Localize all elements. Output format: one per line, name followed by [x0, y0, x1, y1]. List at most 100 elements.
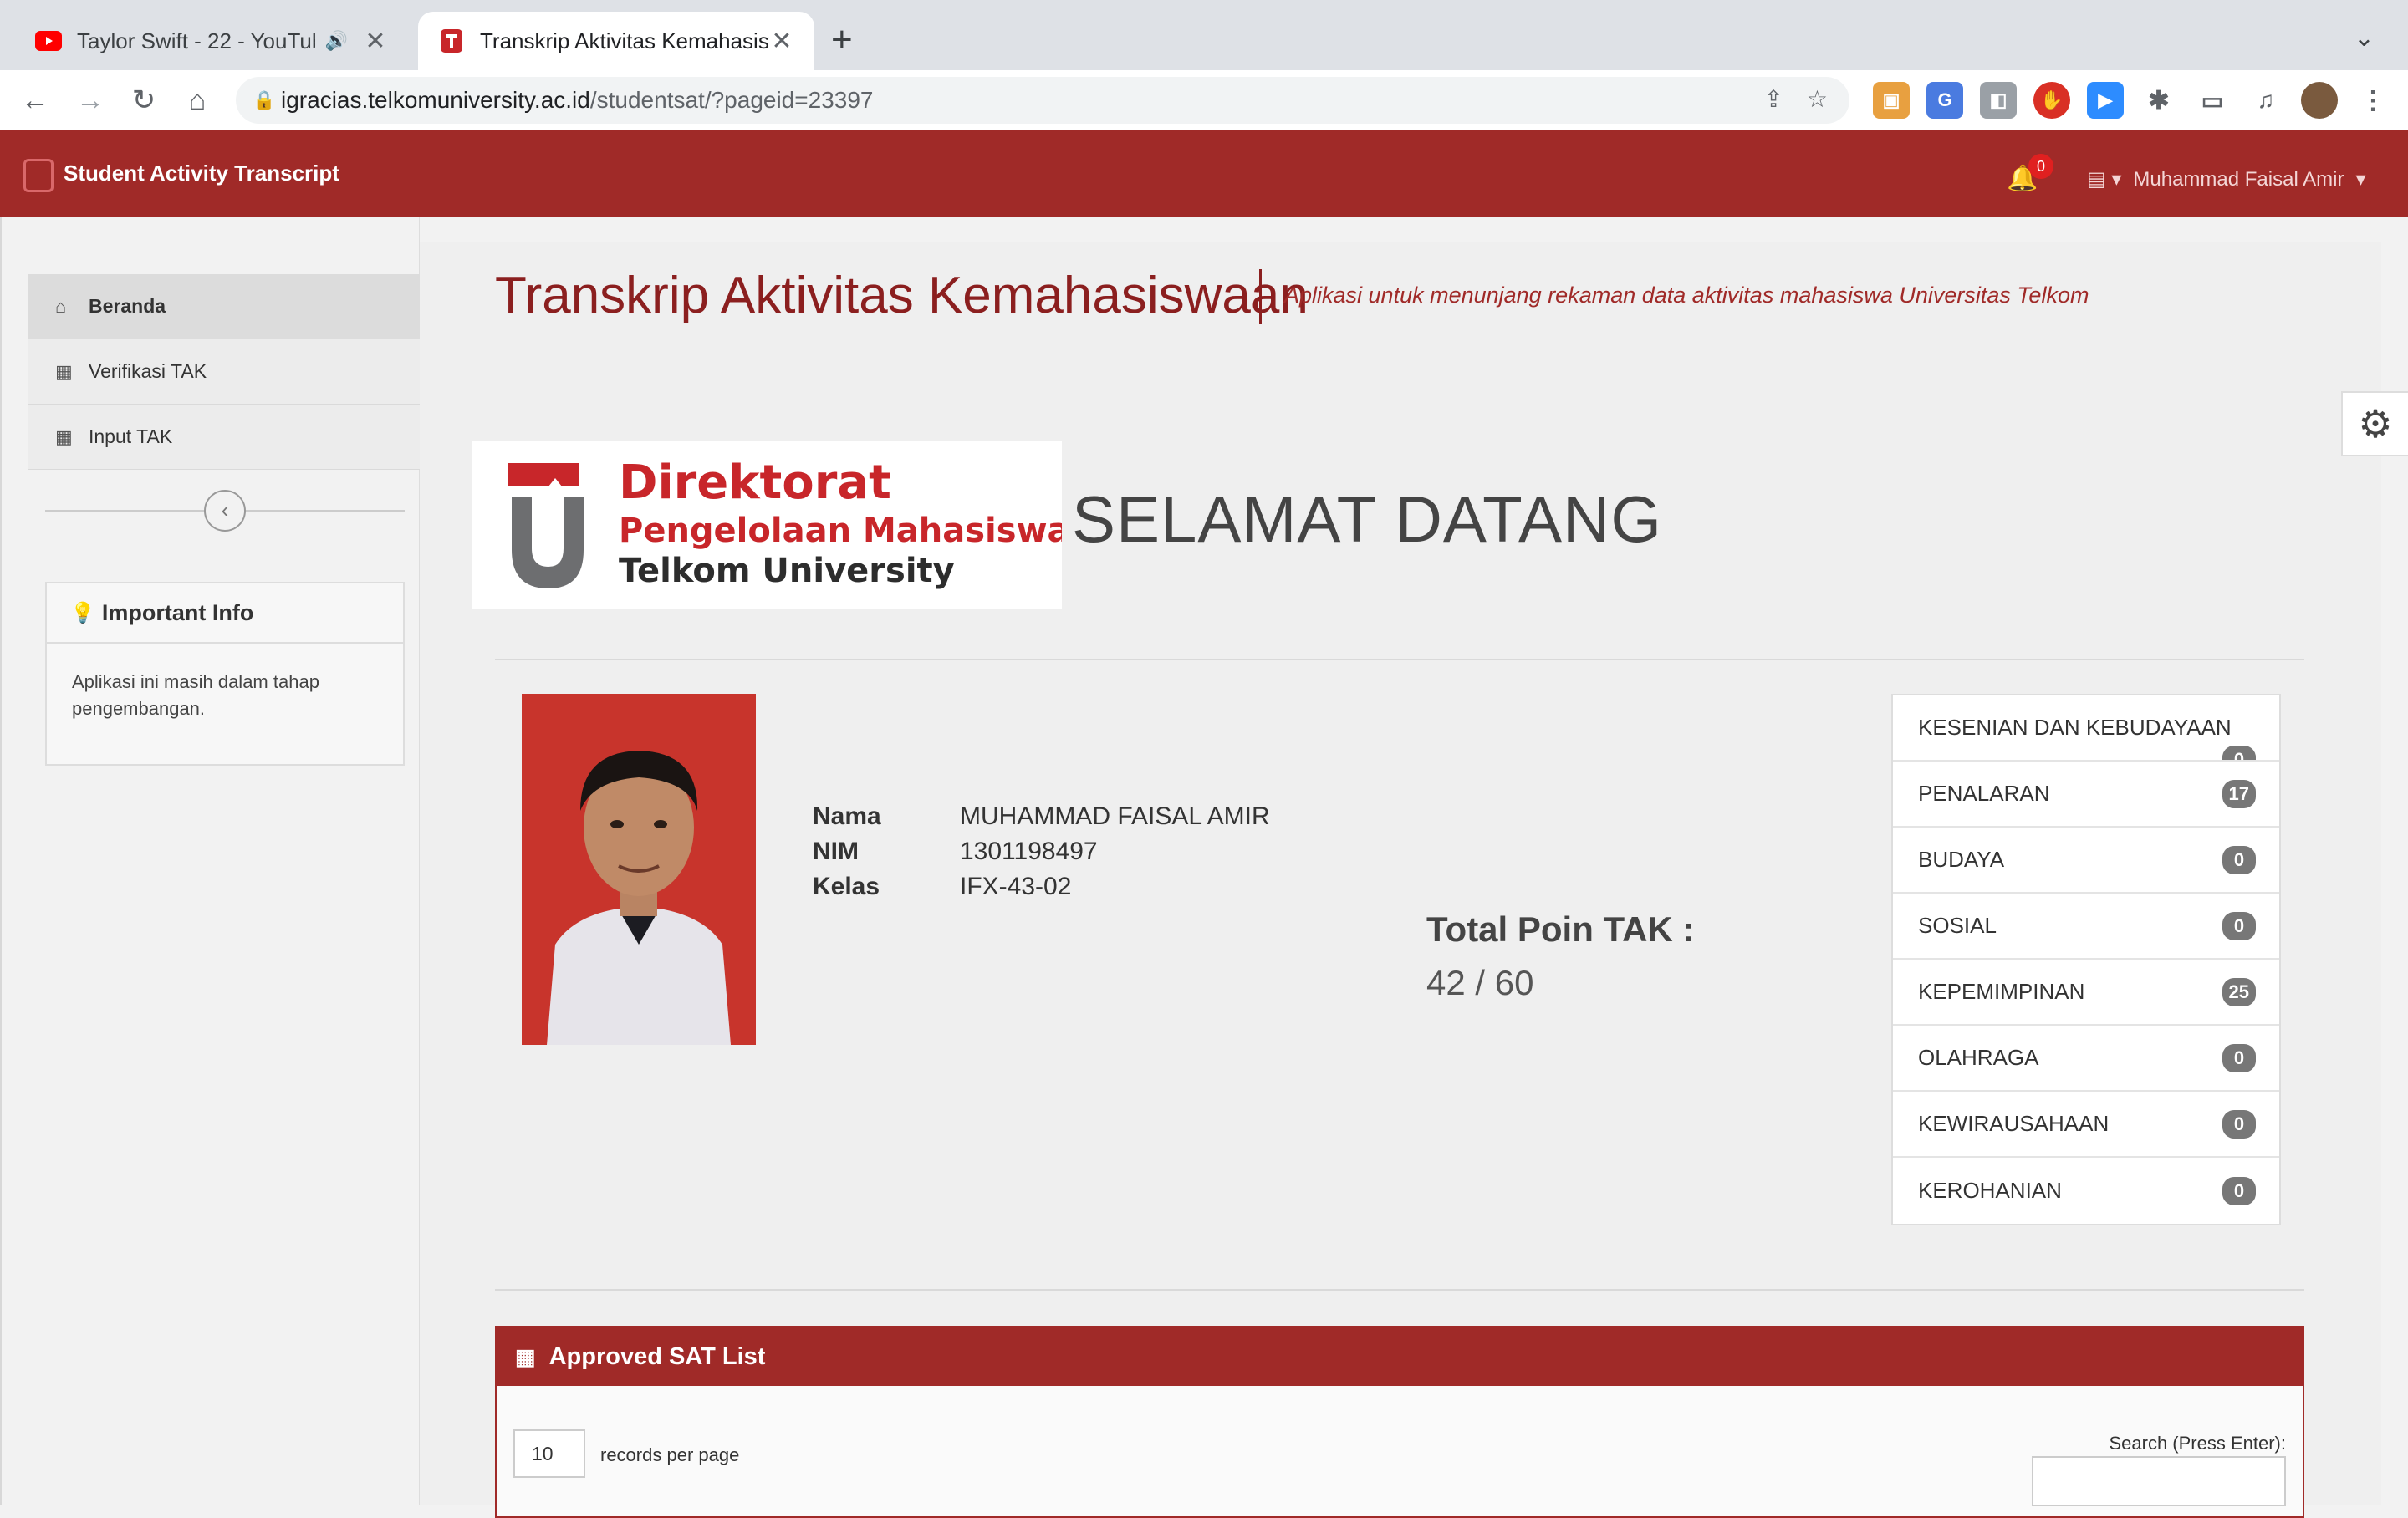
sidebar-item-label: Beranda: [89, 295, 166, 317]
grid-icon: ▦: [55, 425, 73, 447]
flag-icon: ▤ ▾: [2087, 168, 2122, 191]
sidebar-collapse-button[interactable]: ‹: [204, 490, 246, 532]
category-item[interactable]: PENALARAN 17: [1893, 762, 2279, 828]
banner-line1: Direktorat: [619, 456, 891, 510]
student-name: MUHAMMAD FAISAL AMIR: [960, 802, 1270, 830]
page-title: Transkrip Aktivitas Kemahasiswaan: [495, 267, 1309, 324]
category-count-badge: 0: [2222, 845, 2256, 874]
category-item[interactable]: BUDAYA 0: [1893, 828, 2279, 894]
approved-sat-panel: ▦ Approved SAT List 10 records per page …: [495, 1326, 2304, 1518]
youtube-icon: [35, 28, 62, 54]
gear-icon[interactable]: ⚙: [2341, 391, 2408, 456]
user-name: Muhammad Faisal Amir: [2133, 167, 2344, 191]
grid-icon: ▦: [55, 360, 73, 382]
lightbulb-icon: 💡: [70, 601, 95, 624]
address-bar[interactable]: 🔒 igracias.telkomuniversity.ac.id/studen…: [236, 77, 1849, 124]
category-name: OLAHRAGA: [1918, 1045, 2039, 1070]
sidebar-item-verifikasi-tak[interactable]: ▦ Verifikasi TAK: [28, 339, 421, 405]
home-icon: ⌂: [55, 295, 67, 317]
adblock-icon[interactable]: ✋: [2033, 82, 2070, 119]
sidebar-item-beranda[interactable]: ⌂ Beranda: [28, 274, 421, 339]
student-photo: [522, 694, 756, 1045]
search-input[interactable]: [2032, 1456, 2286, 1506]
sidebar-item-label: Input TAK: [89, 425, 173, 447]
total-points-value: 42 / 60: [1426, 963, 1534, 1002]
profile-avatar[interactable]: [2301, 82, 2338, 119]
browser-menu-icon[interactable]: ⋮: [2354, 82, 2391, 119]
search-label: Search (Press Enter):: [2109, 1433, 2286, 1454]
tab-search-icon[interactable]: ⌄: [2354, 23, 2375, 53]
student-class: IFX-43-02: [960, 873, 1072, 900]
reload-icon[interactable]: ↻: [125, 82, 162, 119]
back-icon[interactable]: ←: [17, 82, 54, 119]
info-title: Important Info: [101, 599, 254, 625]
app-title[interactable]: Student Activity Transcript: [64, 160, 339, 186]
media-control-icon[interactable]: ♫: [2247, 82, 2284, 119]
category-points-list: KESENIAN DAN KEBUDAYAAN 0 PENALARAN 17 B…: [1891, 694, 2281, 1225]
category-item[interactable]: KEPEMIMPINAN 25: [1893, 960, 2279, 1026]
extension-image-icon[interactable]: ▣: [1873, 82, 1910, 119]
extension-toolbar: ▣ G ◧ ✋ ▶ ✱ ▭ ♫ ⋮: [1873, 82, 2391, 119]
category-count-badge: 25: [2222, 977, 2256, 1006]
cast-icon[interactable]: ▭: [2194, 82, 2231, 119]
category-item[interactable]: KESENIAN DAN KEBUDAYAAN 0: [1893, 695, 2279, 762]
student-profile: Nama MUHAMMAD FAISAL AMIR NIM 1301198497…: [813, 799, 1270, 904]
close-tab-icon[interactable]: ✕: [769, 27, 794, 56]
category-name: SOSIAL: [1918, 913, 1997, 938]
url-host: igracias.telkomuniversity.ac.id: [281, 87, 590, 113]
section-divider: [495, 1289, 2304, 1291]
category-item[interactable]: KEROHANIAN 0: [1893, 1158, 2279, 1224]
nim-label: NIM: [813, 838, 859, 865]
category-count-badge: 0: [2222, 1043, 2256, 1072]
category-count-badge: 0: [2222, 1109, 2256, 1138]
new-tab-button[interactable]: +: [831, 20, 853, 60]
category-count-badge: 17: [2222, 779, 2256, 808]
notification-badge: 0: [2028, 154, 2053, 179]
share-icon[interactable]: ⇪: [1763, 85, 1783, 113]
forward-icon[interactable]: →: [72, 82, 109, 119]
tab-title: Transkrip Aktivitas Kemahasiswaan: [480, 28, 769, 53]
category-name: PENALARAN: [1918, 781, 2050, 806]
records-per-page-label: records per page: [600, 1444, 740, 1465]
title-separator: [1259, 269, 1262, 324]
close-tab-icon[interactable]: ✕: [363, 27, 388, 56]
banner-line3: Telkom University: [619, 552, 955, 590]
extensions-puzzle-icon[interactable]: ✱: [2140, 82, 2177, 119]
panel-title: Approved SAT List: [548, 1342, 766, 1370]
category-name: KEWIRAUSAHAAN: [1918, 1111, 2110, 1136]
lock-icon: 🔒: [253, 89, 276, 110]
category-name: BUDAYA: [1918, 847, 2005, 872]
student-nim: 1301198497: [960, 838, 1098, 865]
category-item[interactable]: SOSIAL 0: [1893, 894, 2279, 960]
records-per-page-select[interactable]: 10: [513, 1429, 585, 1478]
url-path: /studentsat/?pageid=23397: [589, 87, 874, 113]
user-menu[interactable]: ▤ ▾ Muhammad Faisal Amir ▾: [2087, 167, 2366, 191]
app-logo: [23, 159, 54, 192]
home-icon[interactable]: ⌂: [179, 82, 216, 119]
category-item[interactable]: KEWIRAUSAHAAN 0: [1893, 1092, 2279, 1158]
total-points-label: Total Poin TAK :: [1426, 909, 1695, 949]
browser-tab-youtube[interactable]: Taylor Swift - 22 - YouTube 🔊 ✕: [15, 12, 408, 70]
speaker-icon[interactable]: 🔊: [325, 30, 348, 52]
page-subtitle: Aplikasi untuk menunjang rekaman data ak…: [1284, 283, 2089, 308]
info-body: Aplikasi ini masih dalam tahap pengemban…: [72, 671, 319, 719]
category-count-badge: 0: [2222, 746, 2256, 760]
google-translate-icon[interactable]: G: [1926, 82, 1963, 119]
tab-title: Taylor Swift - 22 - YouTube: [77, 28, 315, 53]
category-item[interactable]: OLAHRAGA 0: [1893, 1026, 2279, 1092]
sidebar-item-input-tak[interactable]: ▦ Input TAK: [28, 405, 421, 470]
class-label: Kelas: [813, 873, 880, 900]
zoom-icon[interactable]: ▶: [2087, 82, 2124, 119]
browser-tab-transkrip[interactable]: Transkrip Aktivitas Kemahasiswaan ✕: [418, 12, 814, 70]
table-icon: ▦: [515, 1343, 536, 1369]
name-label: Nama: [813, 802, 881, 830]
banner-line2: Pengelolaan Mahasiswa: [619, 512, 1062, 550]
app-header: Student Activity Transcript 🔔 0 ▤ ▾ Muha…: [0, 130, 2408, 217]
chevron-down-icon: ▾: [2355, 168, 2366, 191]
category-count-badge: 0: [2222, 911, 2256, 940]
section-divider: [495, 659, 2304, 660]
sidebar: ⌂ Beranda ▦ Verifikasi TAK ▦ Input TAK ‹…: [0, 217, 421, 1505]
extension-gray-icon[interactable]: ◧: [1980, 82, 2017, 119]
bookmark-star-icon[interactable]: ☆: [1807, 85, 1828, 113]
important-info-box: 💡 Important Info Aplikasi ini masih dala…: [45, 582, 405, 766]
